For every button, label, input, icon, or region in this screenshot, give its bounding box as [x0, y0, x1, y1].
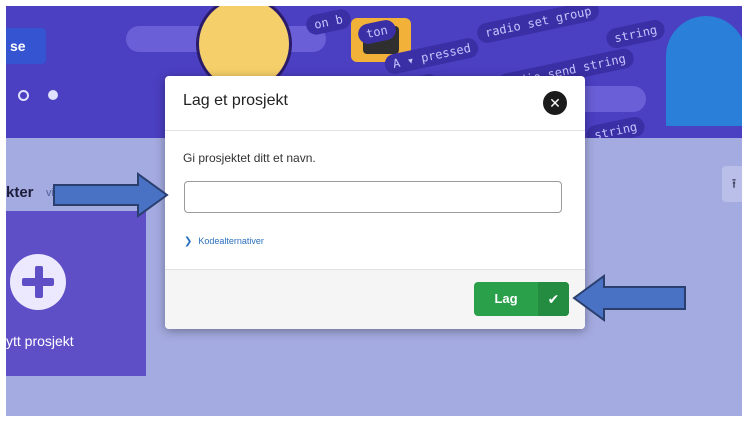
plus-icon — [10, 254, 66, 310]
new-project-label: ytt prosjekt — [6, 333, 74, 349]
hero-code-snippet: on b — [304, 7, 353, 37]
dialog-title: Lag et prosjekt — [183, 92, 288, 109]
carousel-dot-active[interactable] — [48, 90, 58, 100]
dialog-header: Lag et prosjekt ✕ — [165, 76, 585, 131]
hero-button[interactable]: se — [6, 28, 46, 64]
project-name-label: Gi prosjektet ditt et navn. — [183, 151, 316, 165]
project-name-input[interactable] — [184, 181, 562, 213]
carousel-dot[interactable] — [18, 90, 29, 101]
create-button-label: Lag — [494, 291, 518, 306]
dialog-footer: Lag ✔ — [165, 269, 585, 329]
checkmark-icon: ✔ — [538, 282, 569, 316]
code-options-label: Kodealternativer — [198, 236, 264, 246]
new-project-card[interactable]: ytt prosjekt — [6, 211, 146, 376]
code-options-toggle[interactable]: ❯ Kodealternativer — [184, 236, 264, 247]
chevron-right-icon: ❯ — [184, 236, 193, 247]
upload-icon[interactable]: ⭱ — [722, 166, 742, 202]
annotation-arrow-right-icon — [53, 172, 169, 218]
hero-code-snippet: string — [604, 18, 667, 50]
create-project-dialog: Lag et prosjekt ✕ Gi prosjektet ditt et … — [165, 76, 585, 329]
hero-code-snippet: radio set group — [475, 6, 602, 45]
hero-code-snippet: string — [584, 115, 647, 138]
annotation-arrow-left-icon — [572, 274, 686, 322]
illustration-person-right — [666, 16, 742, 126]
dialog-body: Gi prosjektet ditt et navn. ❯ Kodealterna… — [165, 131, 585, 269]
close-icon[interactable]: ✕ — [543, 91, 567, 115]
projects-section-title: kter — [6, 184, 34, 201]
create-button[interactable]: Lag ✔ — [474, 282, 569, 316]
